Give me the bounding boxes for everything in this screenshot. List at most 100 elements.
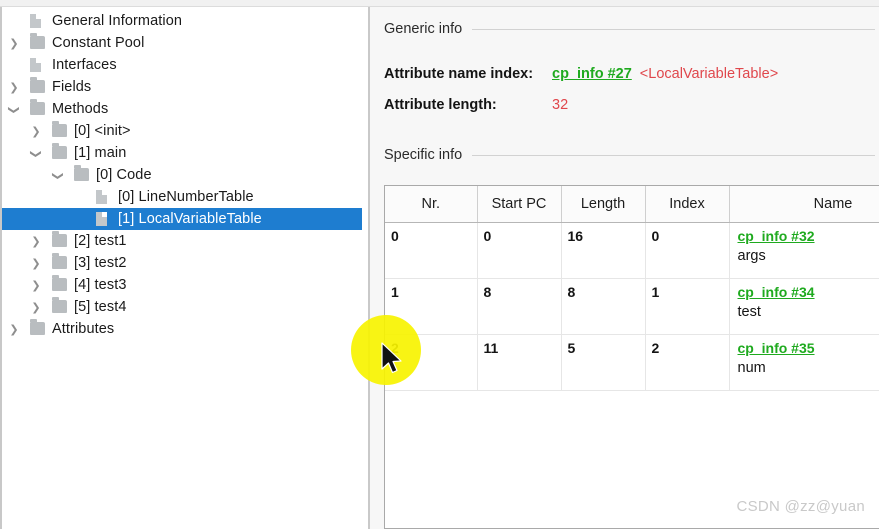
folder-icon [52, 297, 67, 314]
table-header-row: Nr. Start PC Length Index Name [385, 186, 879, 223]
cp-info-link[interactable]: cp_info #32 [738, 228, 879, 244]
specific-info-section-header: Specific info [384, 147, 879, 163]
attribute-length-value: 32 [552, 97, 569, 113]
cell-nr: 0 [385, 222, 478, 279]
cell-nr: 2 [385, 334, 478, 391]
folder-icon-glyph [30, 77, 45, 93]
chevron-right-icon[interactable] [6, 318, 22, 341]
column-header-start-pc[interactable]: Start PC [477, 186, 562, 223]
tree-item-4-test3[interactable]: [4] test3 [2, 274, 368, 296]
variable-name: args [737, 248, 766, 264]
document-icon [96, 190, 111, 204]
tree-item-label: [0] Code [96, 167, 152, 183]
toolbar-strip [0, 0, 879, 7]
table-row[interactable]: 0 0 16 0 cp_info #32 args [385, 222, 879, 279]
cp-info-link[interactable]: cp_info #34 [738, 284, 879, 300]
attribute-name-index-row: Attribute name index: cp_info #27 <LocalVa… [384, 66, 778, 82]
tree-item-label: [4] test3 [74, 277, 127, 293]
folder-icon-glyph [30, 319, 45, 335]
classfile-tree-panel[interactable]: General Information Constant Pool Interfac… [0, 7, 368, 529]
document-icon-glyph [30, 58, 41, 72]
tree-item-1-main[interactable]: [1] main [2, 142, 368, 164]
tree-item-label: [0] LineNumberTable [118, 189, 254, 205]
chevron-right-icon[interactable] [28, 252, 44, 275]
cell-length: 16 [561, 222, 646, 279]
chevron-right-icon[interactable] [28, 274, 44, 297]
cell-nr: 1 [385, 278, 478, 335]
folder-icon [52, 275, 67, 292]
tree-item-label: [1] main [74, 145, 127, 161]
tree-item-label: [2] test1 [74, 233, 127, 249]
column-header-nr[interactable]: Nr. [385, 186, 478, 223]
chevron-right-icon[interactable] [28, 296, 44, 319]
column-header-index[interactable]: Index [645, 186, 730, 223]
chevron-right-icon[interactable] [6, 76, 22, 99]
document-icon [30, 14, 45, 28]
table-body: 0 0 16 0 cp_info #32 args 1 8 8 1 cp_info #34 test 2… [385, 222, 879, 391]
column-header-length[interactable]: Length [561, 186, 646, 223]
tree-item-methods[interactable]: Methods [2, 98, 368, 120]
document-icon-glyph [30, 14, 41, 28]
folder-icon-glyph [74, 165, 89, 181]
tree-item-interfaces[interactable]: Interfaces [2, 54, 368, 76]
cp-info-link[interactable]: cp_info #35 [738, 340, 879, 356]
folder-icon [30, 99, 45, 116]
attribute-name-index-label: Attribute name index: [384, 66, 534, 82]
table-row[interactable]: 1 8 8 1 cp_info #34 test [385, 278, 879, 335]
folder-icon-glyph [52, 143, 67, 159]
watermark: CSDN @zz@yuan [736, 498, 865, 515]
tree-item-label: General Information [52, 13, 183, 29]
cp-info-link[interactable]: cp_info #27 [552, 66, 632, 82]
tree-item-0-init[interactable]: [0] <init> [2, 120, 368, 142]
tree-item-1-localvariabletable[interactable]: [1] LocalVariableTable [2, 208, 362, 230]
cell-length: 8 [561, 278, 646, 335]
folder-icon [30, 319, 45, 336]
tree-item-5-test4[interactable]: [5] test4 [2, 296, 368, 318]
chevron-down-icon[interactable] [28, 142, 44, 165]
tree-item-general-information[interactable]: General Information [2, 10, 368, 32]
folder-icon [52, 253, 67, 270]
section-divider [472, 28, 875, 30]
tree-item-label: Methods [52, 101, 109, 117]
table-row[interactable]: 2 11 5 2 cp_info #35 num [385, 334, 879, 391]
chevron-right-icon[interactable] [6, 32, 22, 55]
cell-name: cp_info #32 args [729, 222, 879, 279]
chevron-right-icon[interactable] [28, 230, 44, 253]
document-icon [30, 58, 45, 72]
folder-icon-glyph [30, 99, 45, 115]
cell-name: cp_info #35 num [729, 334, 879, 391]
chevron-down-icon[interactable] [6, 98, 22, 121]
tree-item-label: Interfaces [52, 57, 117, 73]
cell-index: 2 [645, 334, 730, 391]
tree-item-label: [1] LocalVariableTable [118, 211, 262, 227]
attribute-detail-panel: Generic info Attribute name index: cp_inf… [368, 7, 879, 529]
chevron-down-icon[interactable] [50, 164, 66, 187]
tree-item-2-test1[interactable]: [2] test1 [2, 230, 368, 252]
tree-item-attributes[interactable]: Attributes [2, 318, 368, 340]
tree-item-fields[interactable]: Fields [2, 76, 368, 98]
chevron-right-icon[interactable] [28, 120, 44, 143]
generic-info-title: Generic info [384, 21, 463, 37]
tree-item-0-linenumbertable[interactable]: [0] LineNumberTable [2, 186, 368, 208]
tree-item-0-code[interactable]: [0] Code [2, 164, 368, 186]
folder-icon-glyph [52, 275, 67, 291]
tree-item-label: Fields [52, 79, 92, 95]
local-variable-table: Nr. Start PC Length Index Name 0 0 16 0 cp_i… [385, 186, 879, 391]
attribute-length-label: Attribute length: [384, 97, 497, 113]
section-divider [472, 154, 875, 156]
folder-icon [52, 231, 67, 248]
cell-name: cp_info #34 test [729, 278, 879, 335]
tree-item-label: Constant Pool [52, 35, 145, 51]
folder-icon [30, 33, 45, 50]
variable-name: test [737, 304, 761, 320]
column-header-name[interactable]: Name [729, 186, 879, 223]
tree-item-constant-pool[interactable]: Constant Pool [2, 32, 368, 54]
variable-name: num [737, 360, 766, 376]
folder-icon [30, 77, 45, 94]
cell-length: 5 [561, 334, 646, 391]
classfile-viewer-window: General Information Constant Pool Interfac… [0, 0, 879, 529]
document-icon-glyph [96, 212, 107, 226]
folder-icon [52, 121, 67, 138]
tree-item-3-test2[interactable]: [3] test2 [2, 252, 368, 274]
local-variable-table-container[interactable]: Nr. Start PC Length Index Name 0 0 16 0 cp_i… [384, 185, 879, 529]
